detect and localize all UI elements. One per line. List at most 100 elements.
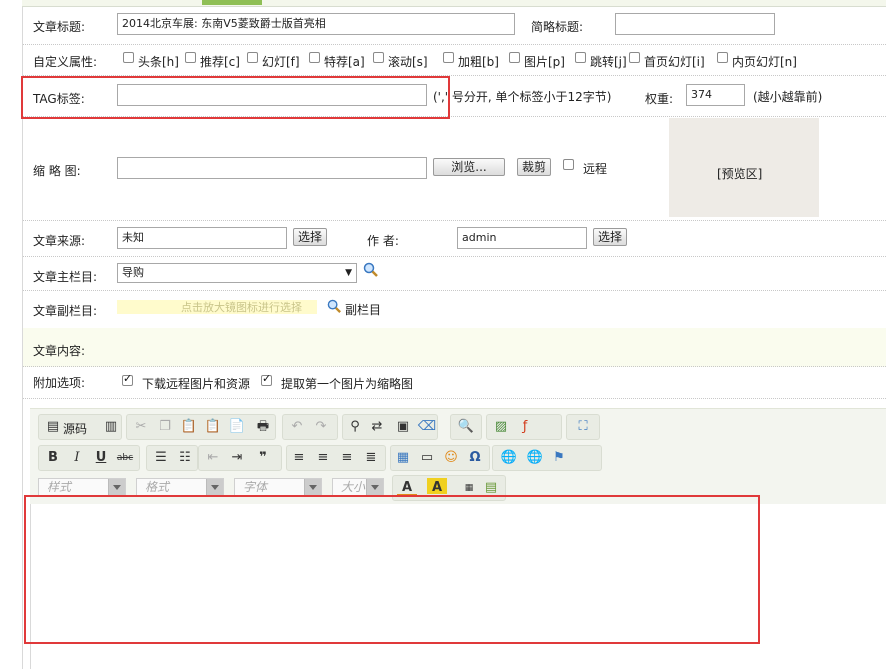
source-input[interactable]: 未知 [117,227,287,249]
extra-options-row: 附加选项: 下载远程图片和资源 提取第一个图片为缩略图 [23,366,886,399]
align-justify-icon[interactable]: ≣ [361,448,381,468]
replace-icon[interactable]: ⇄ [367,417,387,437]
format-select-label: 格式 [145,480,170,494]
strike-button[interactable]: abc [115,448,135,468]
copy-icon[interactable]: ❐ [155,417,175,437]
thumb-input[interactable] [117,157,427,179]
link-icon[interactable]: 🌐 [499,448,519,468]
preview-area: [预览区] [669,118,819,217]
weight-input[interactable]: 374 [686,84,745,106]
toolbar-group-lists: ☰ ☷ [146,445,198,471]
short-title-input[interactable] [615,13,775,35]
sub-column-link[interactable]: 副栏目 [345,301,381,318]
attr-checkbox[interactable] [185,52,196,63]
main-column-select[interactable]: 导购 ▼ [117,263,357,283]
select-all-icon[interactable]: ▣ [393,417,413,437]
numbered-list-icon[interactable]: ☰ [151,448,171,468]
size-select-label: 大小 [341,480,366,494]
attr-checkbox[interactable] [373,52,384,63]
toolbar-group-align: ≡ ≡ ≡ ≣ [286,445,386,471]
cut-icon[interactable]: ✂ [131,417,151,437]
main-column-label: 文章主栏目: [33,270,98,284]
source-icon[interactable]: ▤ [43,417,63,437]
thumb-row: 缩 略 图: 浏览... 裁剪 远程 [预览区] [23,116,886,221]
download-remote-checkbox[interactable] [122,372,133,386]
extra-options-label: 附加选项: [33,376,86,390]
font-select[interactable]: 字体 [234,478,322,496]
toolbar-group-text-style: B I U abc [38,445,140,471]
size-select[interactable]: 大小 [332,478,384,496]
author-input[interactable]: admin [457,227,587,249]
bullet-list-icon[interactable]: ☷ [175,448,195,468]
first-image-thumb-checkbox[interactable] [261,372,272,386]
attr-checkbox[interactable] [123,52,134,63]
redo-icon[interactable]: ↷ [311,417,331,437]
table-icon[interactable]: ▦ [393,448,413,468]
special-char-icon[interactable]: Ω [465,448,485,468]
chevron-down-icon [206,479,223,495]
flash-icon[interactable]: ƒ [515,417,535,437]
attr-checkbox-label: 推荐[c] [200,55,240,69]
toolbar-group-links: 🌐 🌐 ⚑ [492,445,602,471]
attr-checkbox-label: 跳转[j] [590,55,627,69]
thumb-label: 缩 略 图: [33,164,81,178]
editor-toolbar: ▤ 源码 ▥ ✂ ❐ 📋 📋 📄 🖶 ↶ ↷ ⚲ ⇄ ▣ ⌫ 🔍 ▨ ƒ ⛶ B… [30,408,886,505]
toolbar-group-insert: ▦ ▭ ☺ Ω [390,445,490,471]
blockquote-icon[interactable]: ❞ [253,448,273,468]
title-input[interactable]: 2014北京车展: 东南V5菱致爵士版首亮相 [117,13,515,35]
toolbar-group-clipboard: ✂ ❐ 📋 📋 📄 🖶 [126,414,276,440]
image-icon[interactable]: ▨ [491,417,511,437]
preview-icon[interactable]: 🔍 [456,417,476,437]
maximize-icon[interactable]: ⛶ [573,417,593,437]
find-icon[interactable]: ⚲ [345,417,365,437]
style-select[interactable]: 样式 [38,478,126,496]
smiley-icon[interactable]: ☺ [441,448,461,468]
undo-icon[interactable]: ↶ [287,417,307,437]
sub-column-hint: 点击放大镜图标进行选择 [181,301,302,314]
source-select-button[interactable]: 选择 [293,228,327,246]
attr-checkbox[interactable] [247,52,258,63]
sub-column-row: 文章副栏目: 点击放大镜图标进行选择 副栏目 [23,290,886,329]
toolbar-group-media: ▨ ƒ [486,414,562,440]
attr-checkbox[interactable] [629,52,640,63]
paste-icon[interactable]: 📋 [179,417,199,437]
paste-word-icon[interactable]: 📄 [227,417,247,437]
attr-checkbox[interactable] [443,52,454,63]
crop-button[interactable]: 裁剪 [517,158,551,176]
document-icon[interactable]: ▥ [101,417,121,437]
underline-button[interactable]: U [91,448,111,468]
attr-checkbox[interactable] [509,52,520,63]
magnifier-icon[interactable] [327,299,342,314]
magnifier-icon[interactable] [363,262,379,278]
attr-checkbox[interactable] [717,52,728,63]
print-icon[interactable]: 🖶 [253,417,273,437]
browse-button[interactable]: 浏览... [433,158,505,176]
indent-icon[interactable]: ⇥ [227,448,247,468]
bold-button[interactable]: B [43,448,63,468]
download-remote-label: 下载远程图片和资源 [142,377,251,391]
align-right-icon[interactable]: ≡ [337,448,357,468]
paste-text-icon[interactable]: 📋 [203,417,223,437]
eraser-icon[interactable]: ⌫ [417,417,437,437]
author-label: 作 者: [367,234,399,248]
toolbar-group-preview: 🔍 [450,414,482,440]
author-select-button[interactable]: 选择 [593,228,627,246]
anchor-flag-icon[interactable]: ⚑ [549,448,569,468]
remote-checkbox[interactable] [563,159,574,170]
attr-checkbox[interactable] [309,52,320,63]
align-left-icon[interactable]: ≡ [289,448,309,468]
attr-checkbox-label: 首页幻灯[i] [644,55,705,69]
format-select[interactable]: 格式 [136,478,224,496]
content-row: 文章内容: [23,328,886,367]
toolbar-group-source: ▤ 源码 ▥ [38,414,122,440]
editor-highlight-box [24,495,760,644]
italic-button[interactable]: I [67,448,87,468]
align-center-icon[interactable]: ≡ [313,448,333,468]
source-button[interactable]: 源码 [63,420,87,437]
horizontal-rule-icon[interactable]: ▭ [417,448,437,468]
bg-color-icon[interactable]: A [427,478,447,495]
outdent-icon[interactable]: ⇤ [203,448,223,468]
unlink-icon[interactable]: 🌐 [525,448,545,468]
attr-checkbox[interactable] [575,52,586,63]
source-label: 文章来源: [33,234,86,248]
